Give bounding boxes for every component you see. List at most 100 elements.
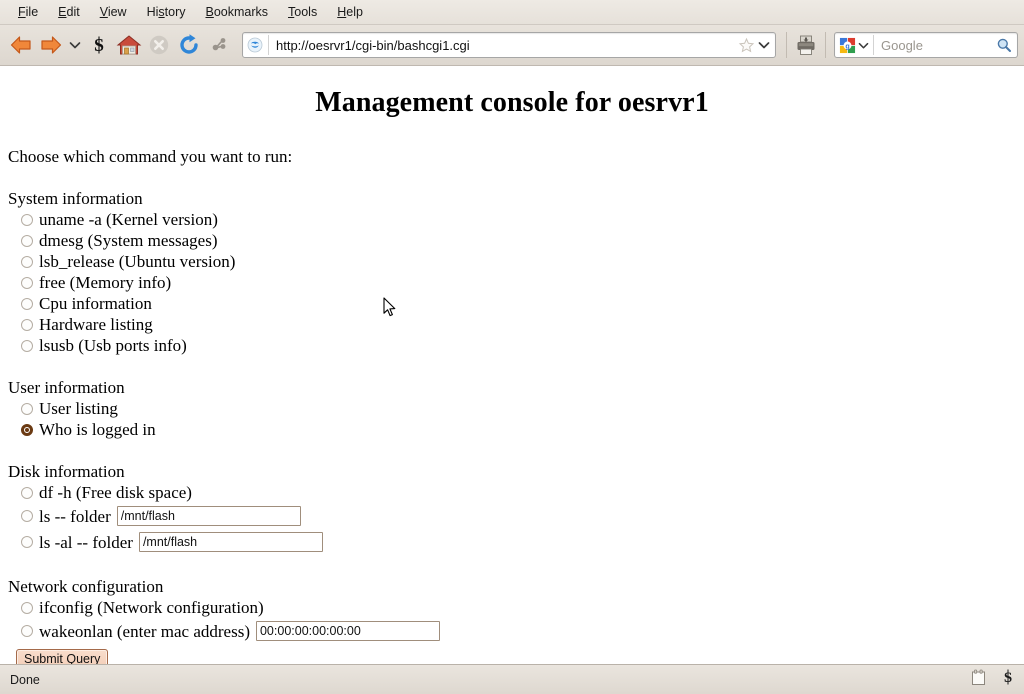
text-input[interactable] — [138, 532, 323, 553]
section-title: User information — [8, 378, 125, 398]
toolbar-separator — [786, 32, 787, 59]
menu-accelerator: E — [58, 4, 67, 19]
option-row[interactable]: User listing — [8, 398, 1016, 419]
section-user-information: User information User listing Who is logge… — [8, 377, 1016, 440]
page-title: Management console for oesrvr1 — [315, 87, 709, 119]
menu-item-edit[interactable]: Edit — [48, 3, 90, 21]
radio-button[interactable] — [21, 402, 33, 415]
section-title: Disk information — [8, 462, 125, 482]
option-row[interactable]: ls -- folder — [8, 503, 1016, 529]
reload-icon[interactable] — [174, 30, 204, 60]
radio-button[interactable] — [21, 297, 33, 310]
option-row[interactable]: ls -al -- folder — [8, 529, 1016, 555]
option-label[interactable]: lsusb (Usb ports info) — [39, 335, 187, 356]
site-favicon-icon — [246, 36, 264, 54]
search-engine-dropdown-icon[interactable] — [858, 41, 869, 50]
menu-item-help[interactable]: Help — [327, 3, 373, 21]
option-row[interactable]: lsusb (Usb ports info) — [8, 335, 1016, 356]
option-label[interactable]: Cpu information — [39, 293, 152, 314]
navigation-toolbar: S http://oesrvr1/cgi-bin/bashcgi1.cgi g … — [0, 24, 1024, 67]
notes-icon[interactable] — [971, 669, 986, 691]
option-row[interactable]: dmesg (System messages) — [8, 230, 1016, 251]
printer-icon[interactable] — [791, 30, 821, 60]
menu-accelerator: s — [158, 4, 165, 19]
section-system-information: System information uname -a (Kernel versi… — [8, 188, 1016, 356]
menu-accelerator: B — [205, 4, 214, 19]
option-label[interactable]: ifconfig (Network configuration) — [39, 597, 264, 618]
page-intro: Choose which command you want to run: — [8, 147, 293, 167]
option-row[interactable]: uname -a (Kernel version) — [8, 209, 1016, 230]
radio-button[interactable] — [21, 255, 33, 268]
menu-item-bookmarks[interactable]: Bookmarks — [196, 3, 279, 21]
menu-item-file[interactable]: File — [8, 3, 48, 21]
forward-arrow-icon[interactable] — [36, 30, 66, 60]
option-row[interactable]: Hardware listing — [8, 314, 1016, 335]
chevron-down-icon[interactable] — [66, 30, 84, 60]
status-bar: Done S — [0, 664, 1024, 694]
page-content: Management console for oesrvr1 Choose wh… — [0, 66, 1024, 664]
section-disk-information: Disk information df -h (Free disk space) l… — [8, 461, 1016, 555]
option-label[interactable]: ls -al -- folder — [39, 532, 133, 553]
share-icon[interactable] — [204, 30, 234, 60]
menu-item-history[interactable]: History — [137, 3, 196, 21]
menu-accelerator: V — [99, 4, 108, 19]
radio-button[interactable] — [21, 536, 33, 549]
command-form: System information uname -a (Kernel versi… — [8, 188, 1016, 664]
option-label[interactable]: User listing — [39, 398, 118, 419]
section-title: System information — [8, 189, 143, 209]
radio-button[interactable] — [21, 318, 33, 331]
search-input[interactable]: Google — [874, 38, 996, 53]
option-label[interactable]: lsb_release (Ubuntu version) — [39, 251, 235, 272]
address-bar[interactable]: http://oesrvr1/cgi-bin/bashcgi1.cgi — [242, 32, 776, 59]
radio-button[interactable] — [21, 423, 33, 436]
option-row[interactable]: df -h (Free disk space) — [8, 482, 1016, 503]
url-text[interactable]: http://oesrvr1/cgi-bin/bashcgi1.cgi — [269, 38, 738, 53]
address-dropdown-icon[interactable] — [758, 40, 770, 50]
option-label[interactable]: dmesg (System messages) — [39, 230, 217, 251]
text-input[interactable] — [255, 621, 440, 642]
radio-button[interactable] — [21, 339, 33, 352]
option-row[interactable]: ifconfig (Network configuration) — [8, 597, 1016, 618]
option-label[interactable]: uname -a (Kernel version) — [39, 209, 218, 230]
option-label[interactable]: free (Memory info) — [39, 272, 171, 293]
radio-button[interactable] — [21, 234, 33, 247]
search-bar[interactable]: g Google — [834, 32, 1018, 59]
menu-item-tools[interactable]: Tools — [278, 3, 327, 21]
option-label[interactable]: Who is logged in — [39, 419, 156, 440]
radio-button[interactable] — [21, 276, 33, 289]
radio-button[interactable] — [21, 486, 33, 499]
back-arrow-icon[interactable] — [6, 30, 36, 60]
section-title: Network configuration — [8, 577, 164, 597]
option-label[interactable]: Hardware listing — [39, 314, 153, 335]
home-icon[interactable] — [114, 30, 144, 60]
s-logo-icon[interactable]: S — [84, 30, 114, 60]
google-icon[interactable]: g — [839, 37, 856, 54]
option-label[interactable]: df -h (Free disk space) — [39, 482, 192, 503]
bookmark-star-icon[interactable] — [738, 37, 755, 54]
option-row[interactable]: wakeonlan (enter mac address) — [8, 618, 1016, 644]
option-row[interactable]: free (Memory info) — [8, 272, 1016, 293]
text-input[interactable] — [116, 506, 301, 527]
option-row[interactable]: Who is logged in — [8, 419, 1016, 440]
radio-button[interactable] — [21, 510, 33, 523]
search-magnifier-icon[interactable] — [996, 37, 1012, 53]
menu-item-view[interactable]: View — [90, 3, 137, 21]
option-row[interactable]: lsb_release (Ubuntu version) — [8, 251, 1016, 272]
toolbar-separator-2 — [825, 32, 826, 59]
section-network-configuration: Network configuration ifconfig (Network c… — [8, 576, 1016, 644]
option-label[interactable]: wakeonlan (enter mac address) — [39, 621, 250, 642]
menu-accelerator: T — [288, 4, 295, 19]
status-text: Done — [10, 672, 40, 687]
submit-query-button[interactable]: Submit Query — [16, 649, 109, 664]
svg-text:g: g — [845, 42, 849, 50]
menu-accelerator: H — [337, 4, 347, 19]
radio-button[interactable] — [21, 601, 33, 614]
radio-button[interactable] — [21, 625, 33, 638]
s-logo-icon[interactable]: S — [1000, 668, 1016, 691]
menu-bar: File Edit View History Bookmarks Tools Help — [0, 0, 1024, 25]
option-row[interactable]: Cpu information — [8, 293, 1016, 314]
option-label[interactable]: ls -- folder — [39, 506, 111, 527]
radio-button[interactable] — [21, 213, 33, 226]
menu-accelerator: F — [18, 4, 26, 19]
status-bar-icons: S — [971, 668, 1016, 691]
